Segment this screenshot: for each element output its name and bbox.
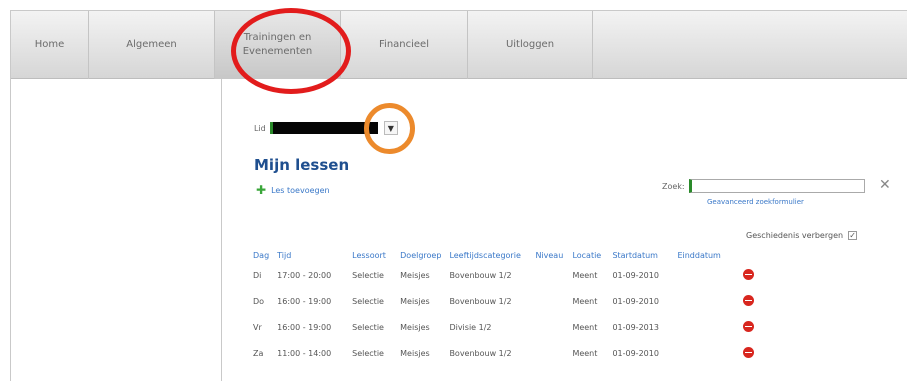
nav-financieel[interactable]: Financieel (341, 11, 468, 79)
add-lesson-link[interactable]: ✚ Les toevoegen (256, 183, 330, 197)
search-input[interactable] (688, 179, 865, 193)
close-icon[interactable]: ✕ (879, 177, 891, 193)
col-locatie[interactable]: Locatie (568, 248, 608, 262)
col-startdatum[interactable]: Startdatum (608, 248, 673, 262)
search-bar: Zoek: (662, 179, 865, 193)
sidebar-divider (221, 79, 222, 381)
add-lesson-label: Les toevoegen (271, 185, 330, 195)
delete-icon[interactable] (743, 346, 755, 358)
hide-history-toggle[interactable]: Geschiedenis verbergen ✓ (746, 231, 858, 240)
delete-icon[interactable] (743, 320, 755, 332)
table-row[interactable]: Di 17:00 - 20:00 Selectie Meisjes Bovenbouw … (249, 262, 758, 288)
member-select[interactable] (269, 122, 378, 134)
col-doelgroep[interactable]: Doelgroep (396, 248, 445, 262)
col-tijd[interactable]: Tijd (273, 248, 348, 262)
nav-home[interactable]: Home (11, 11, 89, 79)
col-dag[interactable]: Dag (249, 248, 273, 262)
col-niveau[interactable]: Niveau (531, 248, 568, 262)
plus-icon: ✚ (256, 183, 267, 197)
lessons-table: Dag Tijd Lessoort Doelgroep Leeftijdscat… (249, 248, 758, 366)
col-leeftijdscategorie[interactable]: Leeftijdscategorie (445, 248, 531, 262)
table-row[interactable]: Vr 16:00 - 19:00 Selectie Meisjes Divisie 1/… (249, 314, 758, 340)
member-label: Lid (254, 123, 266, 133)
hide-history-checkbox[interactable]: ✓ (848, 231, 858, 240)
delete-icon[interactable] (743, 294, 755, 306)
delete-icon[interactable] (743, 268, 755, 280)
highlight-circle-orange (364, 103, 415, 154)
col-actions (739, 248, 758, 262)
col-lessoort[interactable]: Lessoort (348, 248, 396, 262)
table-header: Dag Tijd Lessoort Doelgroep Leeftijdscat… (249, 248, 758, 262)
nav-algemeen[interactable]: Algemeen (89, 11, 215, 79)
page-title: Mijn lessen (254, 156, 350, 174)
nav-uitloggen[interactable]: Uitloggen (468, 11, 593, 79)
main-nav: Home Algemeen Trainingen en Evenementen … (11, 11, 907, 79)
highlight-circle-red (231, 8, 351, 94)
col-einddatum[interactable]: Einddatum (673, 248, 739, 262)
search-label: Zoek: (662, 181, 685, 191)
table-row[interactable]: Za 11:00 - 14:00 Selectie Meisjes Bovenbouw … (249, 340, 758, 366)
advanced-search-link[interactable]: Geavanceerd zoekformulier (707, 198, 804, 206)
hide-history-label: Geschiedenis verbergen (746, 231, 844, 240)
table-row[interactable]: Do 16:00 - 19:00 Selectie Meisjes Bovenbouw … (249, 288, 758, 314)
